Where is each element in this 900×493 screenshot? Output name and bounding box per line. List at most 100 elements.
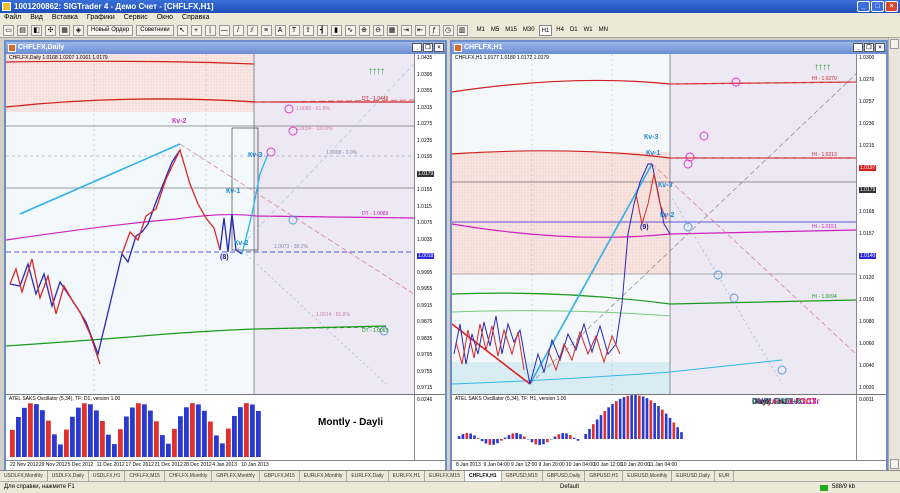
chart-minimize-button[interactable]: _ <box>412 43 422 52</box>
zoom-out-icon[interactable]: ⊖ <box>372 24 384 36</box>
level-label: 1.0014 - 81.8% <box>316 312 350 318</box>
chart-window-chflfx-daily[interactable]: CHFLFX,Daily _ ❐ × CHFLFX,Daily 1.0168 1… <box>4 40 447 470</box>
chart-tabs: USDLFX,Monthly USDLFX,Daily USDLFX,H1 CHFLF… <box>0 470 900 481</box>
chart-tab[interactable]: EURUSD,Monthly <box>623 471 673 481</box>
chart-window-title: CHFLFX,H1 _ ❐ × <box>452 42 886 54</box>
chart-minimize-button[interactable]: _ <box>853 43 863 52</box>
chart-tab[interactable]: EURLFX,Daily <box>347 471 389 481</box>
menu-item[interactable]: Вставка <box>52 13 78 23</box>
main-toolbar: ▭ ▤ ◧ ✣ ▦ ◈ Новый Ордер Советники ↖ + | … <box>0 23 900 38</box>
close-button[interactable]: × <box>885 1 898 12</box>
scroll-down-button[interactable] <box>890 459 899 469</box>
price-axis[interactable]: 1.0435 1.0395 1.0355 1.0315 1.0275 1.0235 1.01… <box>414 54 445 394</box>
price-axis[interactable]: 1.0300 1.0276 1.0257 1.0236 1.0215 1.0197 1.01… <box>856 54 886 394</box>
crosshair-icon[interactable]: + <box>190 24 202 36</box>
chart-tab[interactable]: CHFLFX,M15 <box>125 471 165 481</box>
maximize-button[interactable]: □ <box>871 1 884 12</box>
menu-item[interactable]: Справка <box>182 13 209 23</box>
timeframe-m30-button[interactable]: M30 <box>521 25 537 36</box>
chart-window-chflfx-h1[interactable]: CHFLFX,H1 _ ❐ × CHFLFX,H1 1.0177 1.0180 … <box>450 40 888 470</box>
fibonacci-icon[interactable]: ≡ <box>260 24 272 36</box>
price-tick-label: 1.0215 <box>859 143 875 149</box>
chart-tab[interactable]: EURLFX,M15 <box>425 471 465 481</box>
chart-tab[interactable]: GBPUSD,H1 <box>585 471 624 481</box>
timeframe-h4-button[interactable]: H4 <box>554 25 566 36</box>
periods-icon[interactable]: ◷ <box>442 24 454 36</box>
price-chart[interactable]: CHFLFX,Daily 1.0168 1.0207 1.0161 1.0179… <box>6 54 414 394</box>
status-help-text: Для справки, нажмите F1 <box>4 484 75 490</box>
vertical-line-icon[interactable]: | <box>204 24 216 36</box>
oscillator-panel[interactable]: ATEL SAKS Oscillator (5,34), TF: H1, ver… <box>452 394 856 460</box>
market-watch-icon[interactable]: ◧ <box>31 24 42 36</box>
chart-tab[interactable]: USDLFX,Daily <box>48 471 89 481</box>
timeframe-d1-button[interactable]: D1 <box>568 25 580 36</box>
label-icon[interactable]: T <box>288 24 300 36</box>
menu-item[interactable]: Сервис <box>124 13 148 23</box>
tile-windows-icon[interactable]: ▦ <box>386 24 398 36</box>
cursor-icon[interactable]: ↖ <box>176 24 188 36</box>
profiles-icon[interactable]: ▤ <box>17 24 28 36</box>
chart-tab[interactable]: EUR <box>715 471 735 481</box>
timeframe-m1-button[interactable]: M1 <box>475 25 487 36</box>
time-tick-label: 29 Nov 2012 <box>38 462 68 468</box>
line-chart-icon[interactable]: ∿ <box>344 24 356 36</box>
chart-tab[interactable]: EURUSD,Daily <box>672 471 715 481</box>
chart-shift-icon[interactable]: ⇤ <box>414 24 426 36</box>
oscillator-panel[interactable]: ATEL SAKS Oscillator (5,34), TF: D1, ver… <box>6 394 414 460</box>
price-tick-label: 1.0115 <box>417 203 432 210</box>
workspace-scrollbar[interactable] <box>888 38 900 470</box>
menu-item[interactable]: Вид <box>30 13 43 23</box>
trendline-icon[interactable]: / <box>232 24 244 36</box>
chart-close-button[interactable]: × <box>875 43 885 52</box>
chart-tab[interactable]: CHFLFX,Monthly <box>165 471 213 481</box>
chart-tab[interactable]: GBPLFX,Monthly <box>212 471 260 481</box>
templates-icon[interactable]: ▥ <box>456 24 468 36</box>
menu-item[interactable]: Графики <box>87 13 115 23</box>
timeframe-m15-button[interactable]: M15 <box>503 25 519 36</box>
chart-tab[interactable]: GBPUSD,Daily <box>543 471 586 481</box>
scroll-up-button[interactable] <box>890 39 899 49</box>
oscillator-label: ATEL SAKS Oscillator (5,34), TF: H1, ver… <box>455 396 567 402</box>
new-chart-icon[interactable]: ▭ <box>3 24 14 36</box>
chart-tab[interactable]: GBPUSD,M15 <box>502 471 543 481</box>
text-icon[interactable]: A <box>274 24 286 36</box>
timeframe-mn-button[interactable]: MN <box>597 25 610 36</box>
zoom-in-icon[interactable]: ⊕ <box>358 24 370 36</box>
chart-tab[interactable]: GBPLFX,M15 <box>260 471 300 481</box>
navigator-icon[interactable]: ✣ <box>45 24 56 36</box>
timeframe-h1-button[interactable]: H1 <box>538 24 553 36</box>
chart-tab[interactable]: CHFLFX,H1 <box>465 471 502 481</box>
chart-close-button[interactable]: × <box>434 43 444 52</box>
new-order-button[interactable]: Новый Ордер <box>87 24 134 36</box>
timeframe-m5-button[interactable]: M5 <box>489 25 501 36</box>
autoscroll-icon[interactable]: ⇥ <box>400 24 412 36</box>
expert-advisors-button[interactable]: Советники <box>136 24 174 36</box>
horizontal-line-icon[interactable]: — <box>218 24 230 36</box>
wave-label: Кv-3 <box>248 152 263 159</box>
menu-item[interactable]: Окно <box>157 13 173 23</box>
price-tick-label: 1.0075 <box>417 220 433 226</box>
price-tick-label: 1.0020 <box>859 385 875 391</box>
price-tick-label: 0.9835 <box>417 335 433 342</box>
menu-item[interactable]: Файл <box>4 13 21 23</box>
buy-signal-arrows: ↑↑↑↑ <box>368 66 385 77</box>
arrows-icon[interactable]: ⇧ <box>302 24 314 36</box>
channel-icon[interactable]: ⫽ <box>246 24 258 36</box>
chart-tab[interactable]: EURLFX,H1 <box>389 471 426 481</box>
status-profile: Default <box>560 484 580 490</box>
price-tick-label: 0.9715 <box>417 385 433 391</box>
chart-restore-button[interactable]: ❐ <box>423 43 433 52</box>
chart-tab[interactable]: USDLFX,Monthly <box>0 471 48 481</box>
minimize-button[interactable]: _ <box>857 1 870 12</box>
price-tick-label: 1.0060 <box>859 341 875 347</box>
tester-icon[interactable]: ◈ <box>73 24 84 36</box>
chart-restore-button[interactable]: ❐ <box>864 43 874 52</box>
chart-tab[interactable]: USDLFX,H1 <box>89 471 126 481</box>
indicators-icon[interactable]: ƒ <box>428 24 440 36</box>
terminal-icon[interactable]: ▦ <box>59 24 70 36</box>
chart-tab[interactable]: EURLFX,Monthly <box>300 471 348 481</box>
timeframe-w1-button[interactable]: W1 <box>582 25 595 36</box>
bar-chart-icon[interactable]: ┫ <box>316 24 328 36</box>
price-chart[interactable]: CHFLFX,H1 1.0177 1.0180 1.0172 1.0179 ↑↑… <box>452 54 856 394</box>
candle-chart-icon[interactable]: ▮ <box>330 24 342 36</box>
